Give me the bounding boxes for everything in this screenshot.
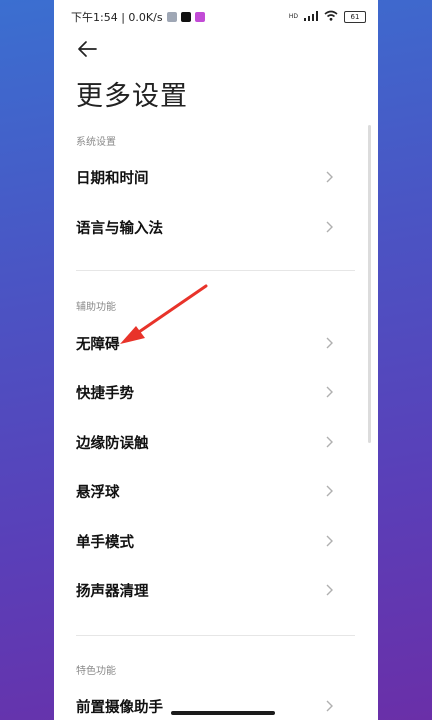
menu-item-floating-ball[interactable]: 悬浮球 <box>54 468 356 514</box>
chevron-right-icon <box>326 221 333 233</box>
battery-level: 61 <box>350 13 360 21</box>
menu-item-language-input[interactable]: 语言与输入法 <box>54 204 356 250</box>
battery-icon: 61 <box>344 11 366 23</box>
menu-item-label: 无障碍 <box>76 336 120 353</box>
section-header-featured: 特色功能 <box>76 666 116 677</box>
home-indicator[interactable] <box>171 711 275 715</box>
menu-item-label: 前置摄像助手 <box>76 699 163 716</box>
menu-item-speaker-cleaning[interactable]: 扬声器清理 <box>54 567 356 613</box>
chevron-right-icon <box>326 171 333 183</box>
notification-app-icon <box>166 12 177 22</box>
menu-item-label: 扬声器清理 <box>76 583 149 600</box>
chevron-right-icon <box>326 700 333 712</box>
menu-item-quick-gestures[interactable]: 快捷手势 <box>54 369 356 415</box>
back-button[interactable] <box>76 38 100 60</box>
section-header-accessibility: 辅助功能 <box>76 302 116 313</box>
status-left: 下午1:54 | 0.0K/s <box>71 9 205 25</box>
chevron-right-icon <box>326 386 333 398</box>
page-title: 更多设置 <box>76 81 188 112</box>
signal-icon <box>304 10 318 24</box>
phone-screen: 下午1:54 | 0.0K/s HD 61 更多设置 系统设置 日期和时间 语言… <box>54 0 378 720</box>
section-header-system: 系统设置 <box>76 137 116 148</box>
chevron-right-icon <box>326 436 333 448</box>
section-divider <box>76 635 355 636</box>
menu-item-one-handed-mode[interactable]: 单手模式 <box>54 518 356 564</box>
menu-item-accessibility[interactable]: 无障碍 <box>54 320 356 366</box>
status-bar: 下午1:54 | 0.0K/s HD 61 <box>54 0 378 34</box>
status-right: HD 61 <box>289 10 366 24</box>
chevron-right-icon <box>326 485 333 497</box>
chevron-right-icon <box>326 535 333 547</box>
chevron-right-icon <box>326 584 333 596</box>
menu-item-label: 单手模式 <box>76 534 134 551</box>
status-time: 下午1:54 | 0.0K/s <box>71 11 163 24</box>
wifi-icon <box>324 10 338 24</box>
menu-item-label: 日期和时间 <box>76 170 149 187</box>
menu-item-label: 悬浮球 <box>76 484 120 501</box>
hd-label: HD <box>288 13 298 20</box>
menu-item-label: 语言与输入法 <box>76 220 163 237</box>
section-divider <box>76 270 355 271</box>
menu-item-label: 边缘防误触 <box>76 435 149 452</box>
arrow-left-icon <box>78 41 97 57</box>
chevron-right-icon <box>326 337 333 349</box>
menu-item-label: 快捷手势 <box>76 385 134 402</box>
menu-item-edge-touch-protection[interactable]: 边缘防误触 <box>54 419 356 465</box>
menu-item-date-time[interactable]: 日期和时间 <box>54 154 356 200</box>
app-notification-icon <box>194 12 205 22</box>
tiktok-icon <box>180 12 191 22</box>
scrollbar[interactable] <box>368 125 371 443</box>
